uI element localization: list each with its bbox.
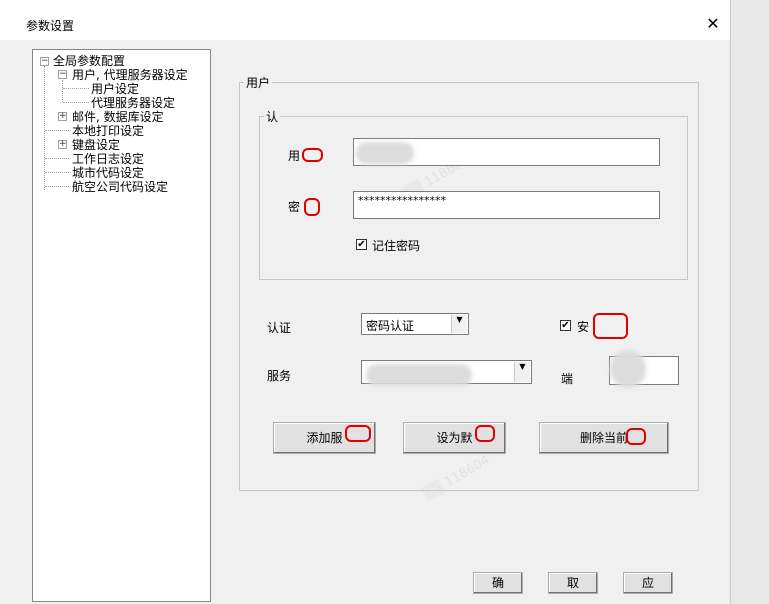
tree-item-keyboard[interactable]: 键盘设定 bbox=[72, 138, 120, 152]
server-label: 服务 bbox=[267, 369, 292, 383]
redaction bbox=[356, 142, 414, 164]
tree-item-proxy[interactable]: 代理服务器设定 bbox=[91, 96, 175, 110]
auth-mode-select[interactable]: 密码认证 ▼ bbox=[361, 313, 469, 335]
port-label: 端 bbox=[561, 372, 574, 386]
cancel-button[interactable]: 取 bbox=[548, 572, 598, 594]
tree-connector bbox=[45, 172, 69, 173]
dialog-title: 参数设置 bbox=[26, 19, 75, 33]
tree-connector bbox=[63, 102, 89, 103]
password-input[interactable]: **************** bbox=[353, 191, 660, 219]
ok-button[interactable]: 确 bbox=[473, 572, 523, 594]
security-label: 安 bbox=[577, 320, 590, 334]
delete-current-button[interactable]: 删除当前 bbox=[539, 422, 669, 454]
tree-item-worklog[interactable]: 工作日志设定 bbox=[72, 152, 144, 166]
redaction bbox=[610, 350, 646, 388]
expand-icon[interactable]: + bbox=[58, 140, 67, 149]
annotation-mark bbox=[345, 425, 371, 442]
tree-item-user-proxy[interactable]: 用户, 代理服务器设定 bbox=[72, 68, 188, 82]
tree-connector bbox=[45, 130, 69, 131]
expand-icon[interactable]: + bbox=[58, 112, 67, 121]
tree-item-mail-db[interactable]: 邮件, 数据库设定 bbox=[72, 110, 164, 124]
tree-item-city-code[interactable]: 城市代码设定 bbox=[72, 166, 144, 180]
annotation-mark bbox=[593, 313, 628, 339]
dropdown-arrow-icon[interactable]: ▼ bbox=[451, 315, 467, 333]
close-icon[interactable]: ✕ bbox=[703, 14, 723, 34]
password-label: 密 bbox=[288, 200, 301, 214]
dropdown-arrow-icon[interactable]: ▼ bbox=[514, 362, 530, 382]
tree-item-user[interactable]: 用户设定 bbox=[91, 82, 139, 96]
remember-password-checkbox[interactable]: ✔ bbox=[356, 239, 367, 250]
collapse-icon[interactable]: − bbox=[58, 70, 67, 79]
tree-connector bbox=[62, 80, 63, 102]
redaction bbox=[366, 364, 472, 386]
remember-password-label: 记住密码 bbox=[372, 239, 421, 253]
settings-tree[interactable]: − 全局参数配置 − 用户, 代理服务器设定 用户设定 代理服务器设定 + 邮件… bbox=[32, 49, 211, 602]
tree-item-airline-code[interactable]: 航空公司代码设定 bbox=[72, 180, 168, 194]
auth-mode-value: 密码认证 bbox=[366, 319, 415, 333]
settings-dialog: 参数设置 ✕ ▒▒ 118604 ▒▒ 118604 ▒▒ 118604 ▒▒ … bbox=[0, 0, 731, 604]
annotation-mark bbox=[626, 428, 646, 445]
tree-connector bbox=[45, 158, 69, 159]
tree-item-root[interactable]: 全局参数配置 bbox=[53, 54, 125, 68]
auth-mode-label: 认证 bbox=[267, 321, 292, 335]
security-checkbox[interactable]: ✔ bbox=[560, 320, 571, 331]
annotation-mark bbox=[304, 198, 320, 216]
collapse-icon[interactable]: − bbox=[40, 57, 49, 66]
annotation-mark bbox=[475, 425, 495, 442]
auth-groupbox-legend: 认 bbox=[266, 110, 279, 124]
tree-connector bbox=[45, 186, 69, 187]
tree-connector bbox=[63, 88, 89, 89]
title-bar: 参数设置 ✕ bbox=[0, 0, 730, 40]
apply-button[interactable]: 应 bbox=[623, 572, 673, 594]
username-label: 用 bbox=[288, 149, 301, 163]
tree-item-print[interactable]: 本地打印设定 bbox=[72, 124, 144, 138]
user-groupbox-legend: 用户 bbox=[246, 76, 271, 90]
annotation-mark bbox=[302, 148, 323, 162]
